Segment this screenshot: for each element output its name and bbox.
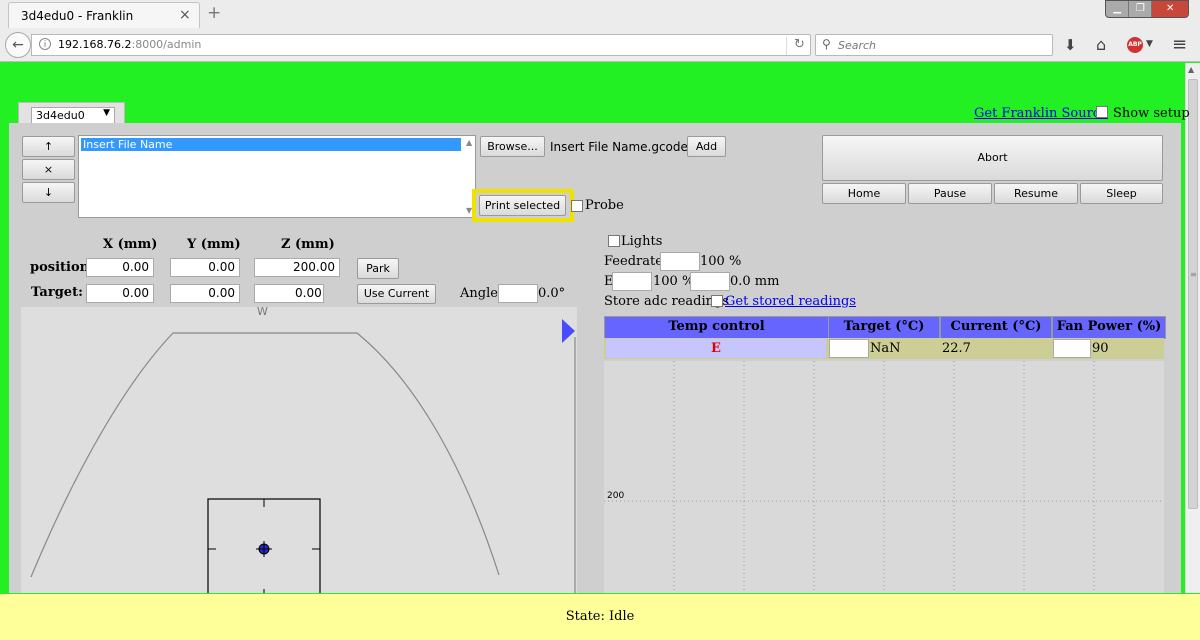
target-y-field[interactable]: 0.00 xyxy=(170,284,240,303)
fan-power-value: 90 xyxy=(1092,341,1109,356)
feedrate-unit: 100 % xyxy=(700,254,742,269)
target-z-field[interactable]: 0.00 xyxy=(254,284,324,303)
column-header-temp-control: Temp control xyxy=(604,316,829,339)
pause-button[interactable]: Pause xyxy=(908,183,992,204)
browser-chrome: 3d4edu0 - Franklin × + ▁ ❐ ✕ ← i 192.168… xyxy=(0,0,1200,62)
table-row: E NaN 22.7 90 xyxy=(604,338,1164,359)
angle-label: Angle: xyxy=(460,286,503,301)
move-up-button[interactable]: ↑ xyxy=(22,136,75,157)
store-adc-checkbox[interactable] xyxy=(711,295,723,307)
page-scrollbar[interactable]: ▲ ≡ xyxy=(1185,63,1200,593)
maximize-icon[interactable]: ❐ xyxy=(1129,1,1153,17)
tab-title: 3d4edu0 - Franklin xyxy=(21,9,134,23)
tab-close-icon[interactable]: × xyxy=(179,7,191,23)
print-selected-button[interactable]: Print selected xyxy=(479,195,566,216)
use-current-button[interactable]: Use Current xyxy=(357,284,436,304)
temp-control-name[interactable]: E xyxy=(606,339,826,358)
new-tab-icon[interactable]: + xyxy=(207,3,221,23)
close-window-icon[interactable]: ✕ xyxy=(1152,1,1188,17)
resume-button[interactable]: Resume xyxy=(994,183,1078,204)
home-button[interactable]: Home xyxy=(822,183,906,204)
search-icon: ⚲ xyxy=(822,37,831,51)
extruder-mm-field[interactable] xyxy=(690,272,730,291)
info-icon[interactable]: i xyxy=(39,38,51,50)
browser-tab[interactable]: 3d4edu0 - Franklin × xyxy=(8,2,200,28)
graph-tick-label: 200 xyxy=(607,491,625,501)
scroll-thumb[interactable]: ≡ xyxy=(1188,79,1198,509)
target-temp-field[interactable] xyxy=(829,339,869,358)
lights-checkbox[interactable] xyxy=(608,235,620,247)
scroll-up-icon[interactable]: ▲ xyxy=(1188,65,1194,74)
sleep-button[interactable]: Sleep xyxy=(1080,183,1163,204)
add-button[interactable]: Add xyxy=(687,136,726,157)
position-y-field[interactable]: 0.00 xyxy=(170,258,240,277)
column-header-current: Current (°C) xyxy=(940,316,1052,339)
feedrate-label: Feedrate: xyxy=(604,254,668,269)
park-button[interactable]: Park xyxy=(357,258,399,279)
back-arrow-icon[interactable]: ← xyxy=(5,32,31,58)
move-down-button[interactable]: ↓ xyxy=(22,182,75,203)
probe-label: Probe xyxy=(585,198,624,213)
stored-readings-link[interactable]: Get stored readings xyxy=(725,294,856,309)
temperature-graph: 200 xyxy=(604,361,1164,593)
current-temp-value: 22.7 xyxy=(942,341,971,356)
target-x-field[interactable]: 0.00 xyxy=(86,284,154,303)
column-header-target: Target (°C) xyxy=(828,316,940,339)
chevron-down-icon: ▼ xyxy=(103,108,110,118)
home-icon[interactable]: ⌂ xyxy=(1096,35,1106,54)
printer-select-value: 3d4edu0 xyxy=(36,109,85,122)
search-placeholder: Search xyxy=(838,39,877,52)
feedrate-field[interactable] xyxy=(660,252,700,271)
x-axis-header: X (mm) xyxy=(103,237,158,252)
probe-checkbox[interactable] xyxy=(571,200,583,212)
angle-value: 0.0° xyxy=(538,286,566,301)
minimize-icon[interactable]: ▁ xyxy=(1106,1,1130,17)
scroll-up-icon[interactable]: ▲ xyxy=(466,138,472,147)
angle-field[interactable] xyxy=(498,284,538,303)
status-bar: State: Idle xyxy=(0,594,1200,640)
column-header-fan-power: Fan Power (%) xyxy=(1052,316,1166,339)
adblock-icon[interactable]: ABP xyxy=(1127,37,1143,53)
extruder-percent-unit: 100 % xyxy=(653,274,695,289)
browse-button[interactable]: Browse... xyxy=(480,136,545,157)
url-host: 192.168.76.2 xyxy=(58,38,132,51)
position-label: position xyxy=(30,260,90,275)
target-label: Target: xyxy=(31,285,83,300)
show-setup-checkbox[interactable] xyxy=(1096,106,1108,118)
url-text[interactable]: 192.168.76.2:8000/admin xyxy=(58,38,201,51)
franklin-source-link[interactable]: Get Franklin Source xyxy=(974,106,1108,121)
position-x-field[interactable]: 0.00 xyxy=(86,258,154,277)
url-path: :8000/admin xyxy=(131,38,202,51)
map-label: W xyxy=(257,305,268,318)
print-queue-list[interactable]: Insert File Name ▲ ▼ xyxy=(78,135,476,218)
z-axis-header: Z (mm) xyxy=(281,237,335,252)
window-controls: ▁ ❐ ✕ xyxy=(1105,0,1189,18)
reload-icon[interactable]: ↻ xyxy=(786,37,805,55)
selected-file-name: Insert File Name.gcode xyxy=(550,140,688,154)
scroll-grip-icon: ≡ xyxy=(1190,270,1197,279)
remove-button[interactable]: × xyxy=(22,159,75,180)
url-bar[interactable]: i 192.168.76.2:8000/admin ↻ xyxy=(31,34,811,56)
show-setup-label: Show setup xyxy=(1113,106,1190,121)
extruder-mm-value: 0.0 mm xyxy=(730,274,780,289)
search-input[interactable]: ⚲ Search xyxy=(815,34,1053,56)
menu-icon[interactable]: ≡ xyxy=(1172,34,1187,55)
download-icon[interactable]: ⬇ xyxy=(1064,36,1077,54)
build-volume-outline xyxy=(30,332,500,578)
chevron-down-icon[interactable]: ▼ xyxy=(1146,39,1153,49)
printer-select[interactable]: 3d4edu0 ▼ xyxy=(31,107,115,124)
lights-label: Lights xyxy=(621,234,663,249)
position-z-field[interactable]: 200.00 xyxy=(254,258,340,277)
printer-map[interactable]: W xyxy=(21,305,577,593)
y-axis-header: Y (mm) xyxy=(187,237,241,252)
abort-button[interactable]: Abort xyxy=(822,135,1163,181)
extruder-percent-field[interactable] xyxy=(612,272,652,291)
orientation-arrow-icon xyxy=(562,319,575,343)
target-temp-value: NaN xyxy=(870,341,901,356)
list-item[interactable]: Insert File Name xyxy=(81,138,461,151)
fan-power-field[interactable] xyxy=(1053,339,1091,358)
